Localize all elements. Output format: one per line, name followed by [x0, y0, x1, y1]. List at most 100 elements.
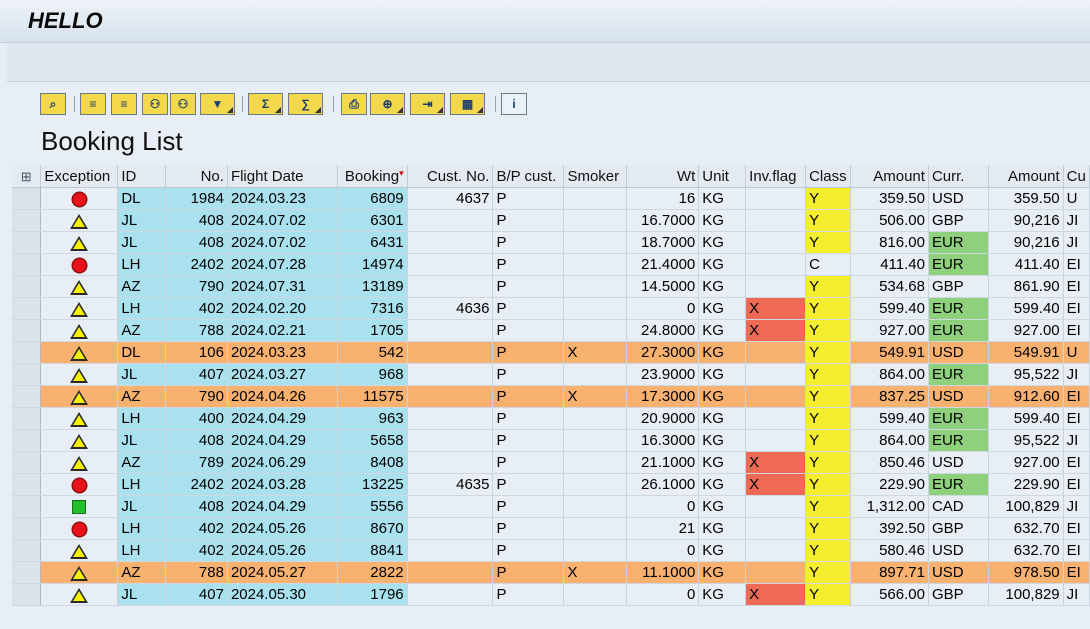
- cell-amount: 359.50: [850, 187, 929, 210]
- column-header-smoker[interactable]: Smoker: [563, 165, 628, 188]
- row-selector[interactable]: [12, 451, 42, 474]
- column-header-amount2[interactable]: Amount: [988, 165, 1064, 188]
- find-button[interactable]: ⚇: [142, 93, 168, 115]
- cell-booking: 7316: [337, 297, 408, 320]
- row-selector[interactable]: [12, 363, 42, 386]
- table-row[interactable]: JL 407 2024.03.27 968 P 23.9000 KG Y 864.00 EUR 95…: [12, 363, 1090, 386]
- table-row[interactable]: AZ 788 2024.05.27 2822 P X 11.1000 KG Y 897.71 USD…: [12, 561, 1090, 584]
- cell-amount2: 100,829: [988, 583, 1064, 606]
- cell-inv: X: [745, 451, 807, 474]
- table-row[interactable]: AZ 789 2024.06.29 8408 P 21.1000 KG X Y 850.46 USD…: [12, 451, 1090, 474]
- print-preview-button[interactable]: ⎙: [341, 93, 367, 115]
- row-selector[interactable]: [12, 231, 42, 254]
- column-header-unit[interactable]: Unit: [698, 165, 747, 188]
- cell-cls: Y: [805, 209, 852, 232]
- sort-descending-button[interactable]: ≡: [111, 93, 137, 115]
- row-selector[interactable]: [12, 495, 42, 518]
- cell-no: 408: [165, 231, 228, 254]
- cell-cls: Y: [805, 275, 852, 298]
- cell-wt: 16.7000: [626, 209, 700, 232]
- column-header-amount[interactable]: Amount: [850, 165, 929, 188]
- filter-button[interactable]: ▼: [200, 93, 235, 115]
- total-button[interactable]: Σ: [248, 93, 283, 115]
- cell-smoker: [563, 275, 628, 298]
- cell-cust: 4637: [407, 187, 494, 210]
- cell-unit: KG: [698, 231, 747, 254]
- table-row[interactable]: LH 2402 2024.07.28 14974 P 21.4000 KG C 411.40 EU…: [12, 253, 1090, 276]
- cell-cust: [407, 363, 494, 386]
- exception-cell: [40, 407, 119, 430]
- subtotal-button[interactable]: ∑: [288, 93, 323, 115]
- cell-unit: KG: [698, 209, 747, 232]
- select-all-button[interactable]: ⊞: [12, 165, 42, 188]
- cell-amount2: 927.00: [988, 451, 1064, 474]
- cell-inv: [745, 407, 807, 430]
- cell-cu2: EI: [1063, 275, 1090, 298]
- column-header-no[interactable]: No.: [165, 165, 228, 188]
- table-row[interactable]: JL 408 2024.04.29 5658 P 16.3000 KG Y 864.00 EUR 9…: [12, 429, 1090, 452]
- row-selector[interactable]: [12, 429, 42, 452]
- row-selector[interactable]: [12, 517, 42, 540]
- column-header-inv[interactable]: Inv.flag: [745, 165, 807, 188]
- column-header-cls[interactable]: Class: [805, 165, 852, 188]
- details-button[interactable]: ⌕: [40, 93, 66, 115]
- info-button[interactable]: i: [501, 93, 527, 115]
- cell-curr: GBP: [928, 209, 989, 232]
- table-row[interactable]: DL 106 2024.03.23 542 P X 27.3000 KG Y 549.91 USD 5…: [12, 341, 1090, 364]
- sort-ascending-button[interactable]: ≡: [80, 93, 106, 115]
- warning-icon: [70, 367, 89, 383]
- row-selector[interactable]: [12, 187, 42, 210]
- cell-booking: 11575: [337, 385, 408, 408]
- row-selector[interactable]: [12, 341, 42, 364]
- row-selector[interactable]: [12, 385, 42, 408]
- cell-amount2: 90,216: [988, 231, 1064, 254]
- toolbar-separator: [495, 96, 496, 112]
- column-header-booking[interactable]: Booking▾: [337, 165, 408, 188]
- cell-cls: Y: [805, 451, 852, 474]
- cell-cls: Y: [805, 473, 852, 496]
- table-row[interactable]: JL 408 2024.04.29 5556 P 0 KG Y 1,312.00 CAD 100,8…: [12, 495, 1090, 518]
- column-header-id[interactable]: ID: [117, 165, 167, 188]
- views-button[interactable]: ⊕: [370, 93, 405, 115]
- table-row[interactable]: LH 402 2024.05.26 8841 P 0 KG Y 580.46 USD 632.70 E…: [12, 539, 1090, 562]
- column-header-bp[interactable]: B/P cust.: [492, 165, 565, 188]
- row-selector[interactable]: [12, 319, 42, 342]
- table-row[interactable]: LH 400 2024.04.29 963 P 20.9000 KG Y 599.40 EUR 59…: [12, 407, 1090, 430]
- table-row[interactable]: AZ 788 2024.02.21 1705 P 24.8000 KG X Y 927.00 EUR…: [12, 319, 1090, 342]
- cell-inv: X: [745, 473, 807, 496]
- row-selector[interactable]: [12, 407, 42, 430]
- cell-unit: KG: [698, 473, 747, 496]
- row-selector[interactable]: [12, 253, 42, 276]
- table-row[interactable]: LH 402 2024.05.26 8670 P 21 KG Y 392.50 GBP 632.70…: [12, 517, 1090, 540]
- row-selector[interactable]: [12, 275, 42, 298]
- sort-descending-icon: ≡: [120, 97, 128, 111]
- cell-unit: KG: [698, 275, 747, 298]
- row-selector[interactable]: [12, 583, 42, 606]
- table-row[interactable]: LH 402 2024.02.20 7316 4636 P 0 KG X Y 599.40 EUR 59…: [12, 297, 1090, 320]
- table-row[interactable]: LH 2402 2024.03.28 13225 4635 P 26.1000 KG X Y 229…: [12, 473, 1090, 496]
- table-row[interactable]: JL 407 2024.05.30 1796 P 0 KG X Y 566.00 GBP 100,82…: [12, 583, 1090, 606]
- table-row[interactable]: DL 1984 2024.03.23 6809 4637 P 16 KG Y 359.50 USD 3…: [12, 187, 1090, 210]
- column-header-cu2[interactable]: Cu: [1063, 165, 1090, 188]
- row-selector[interactable]: [12, 473, 42, 496]
- table-row[interactable]: AZ 790 2024.07.31 13189 P 14.5000 KG Y 534.68 GBP…: [12, 275, 1090, 298]
- layout-button[interactable]: ▦: [450, 93, 485, 115]
- row-selector[interactable]: [12, 297, 42, 320]
- cell-bp: P: [492, 363, 565, 386]
- warning-icon: [70, 587, 89, 603]
- table-row[interactable]: JL 408 2024.07.02 6301 P 16.7000 KG Y 506.00 GBP 9…: [12, 209, 1090, 232]
- cell-wt: 17.3000: [626, 385, 700, 408]
- column-header-date[interactable]: Flight Date: [227, 165, 338, 188]
- export-button[interactable]: ⇥: [410, 93, 445, 115]
- row-selector[interactable]: [12, 539, 42, 562]
- column-header-cust[interactable]: Cust. No.: [407, 165, 494, 188]
- row-selector[interactable]: [12, 561, 42, 584]
- find-next-button[interactable]: ⚇: [170, 93, 196, 115]
- column-header-curr[interactable]: Curr.: [928, 165, 989, 188]
- cell-amount: 837.25: [850, 385, 929, 408]
- table-row[interactable]: AZ 790 2024.04.26 11575 P X 17.3000 KG Y 837.25 US…: [12, 385, 1090, 408]
- column-header-wt[interactable]: Wt: [626, 165, 700, 188]
- column-header-exception[interactable]: Exception: [40, 165, 119, 188]
- table-row[interactable]: JL 408 2024.07.02 6431 P 18.7000 KG Y 816.00 EUR 9…: [12, 231, 1090, 254]
- row-selector[interactable]: [12, 209, 42, 232]
